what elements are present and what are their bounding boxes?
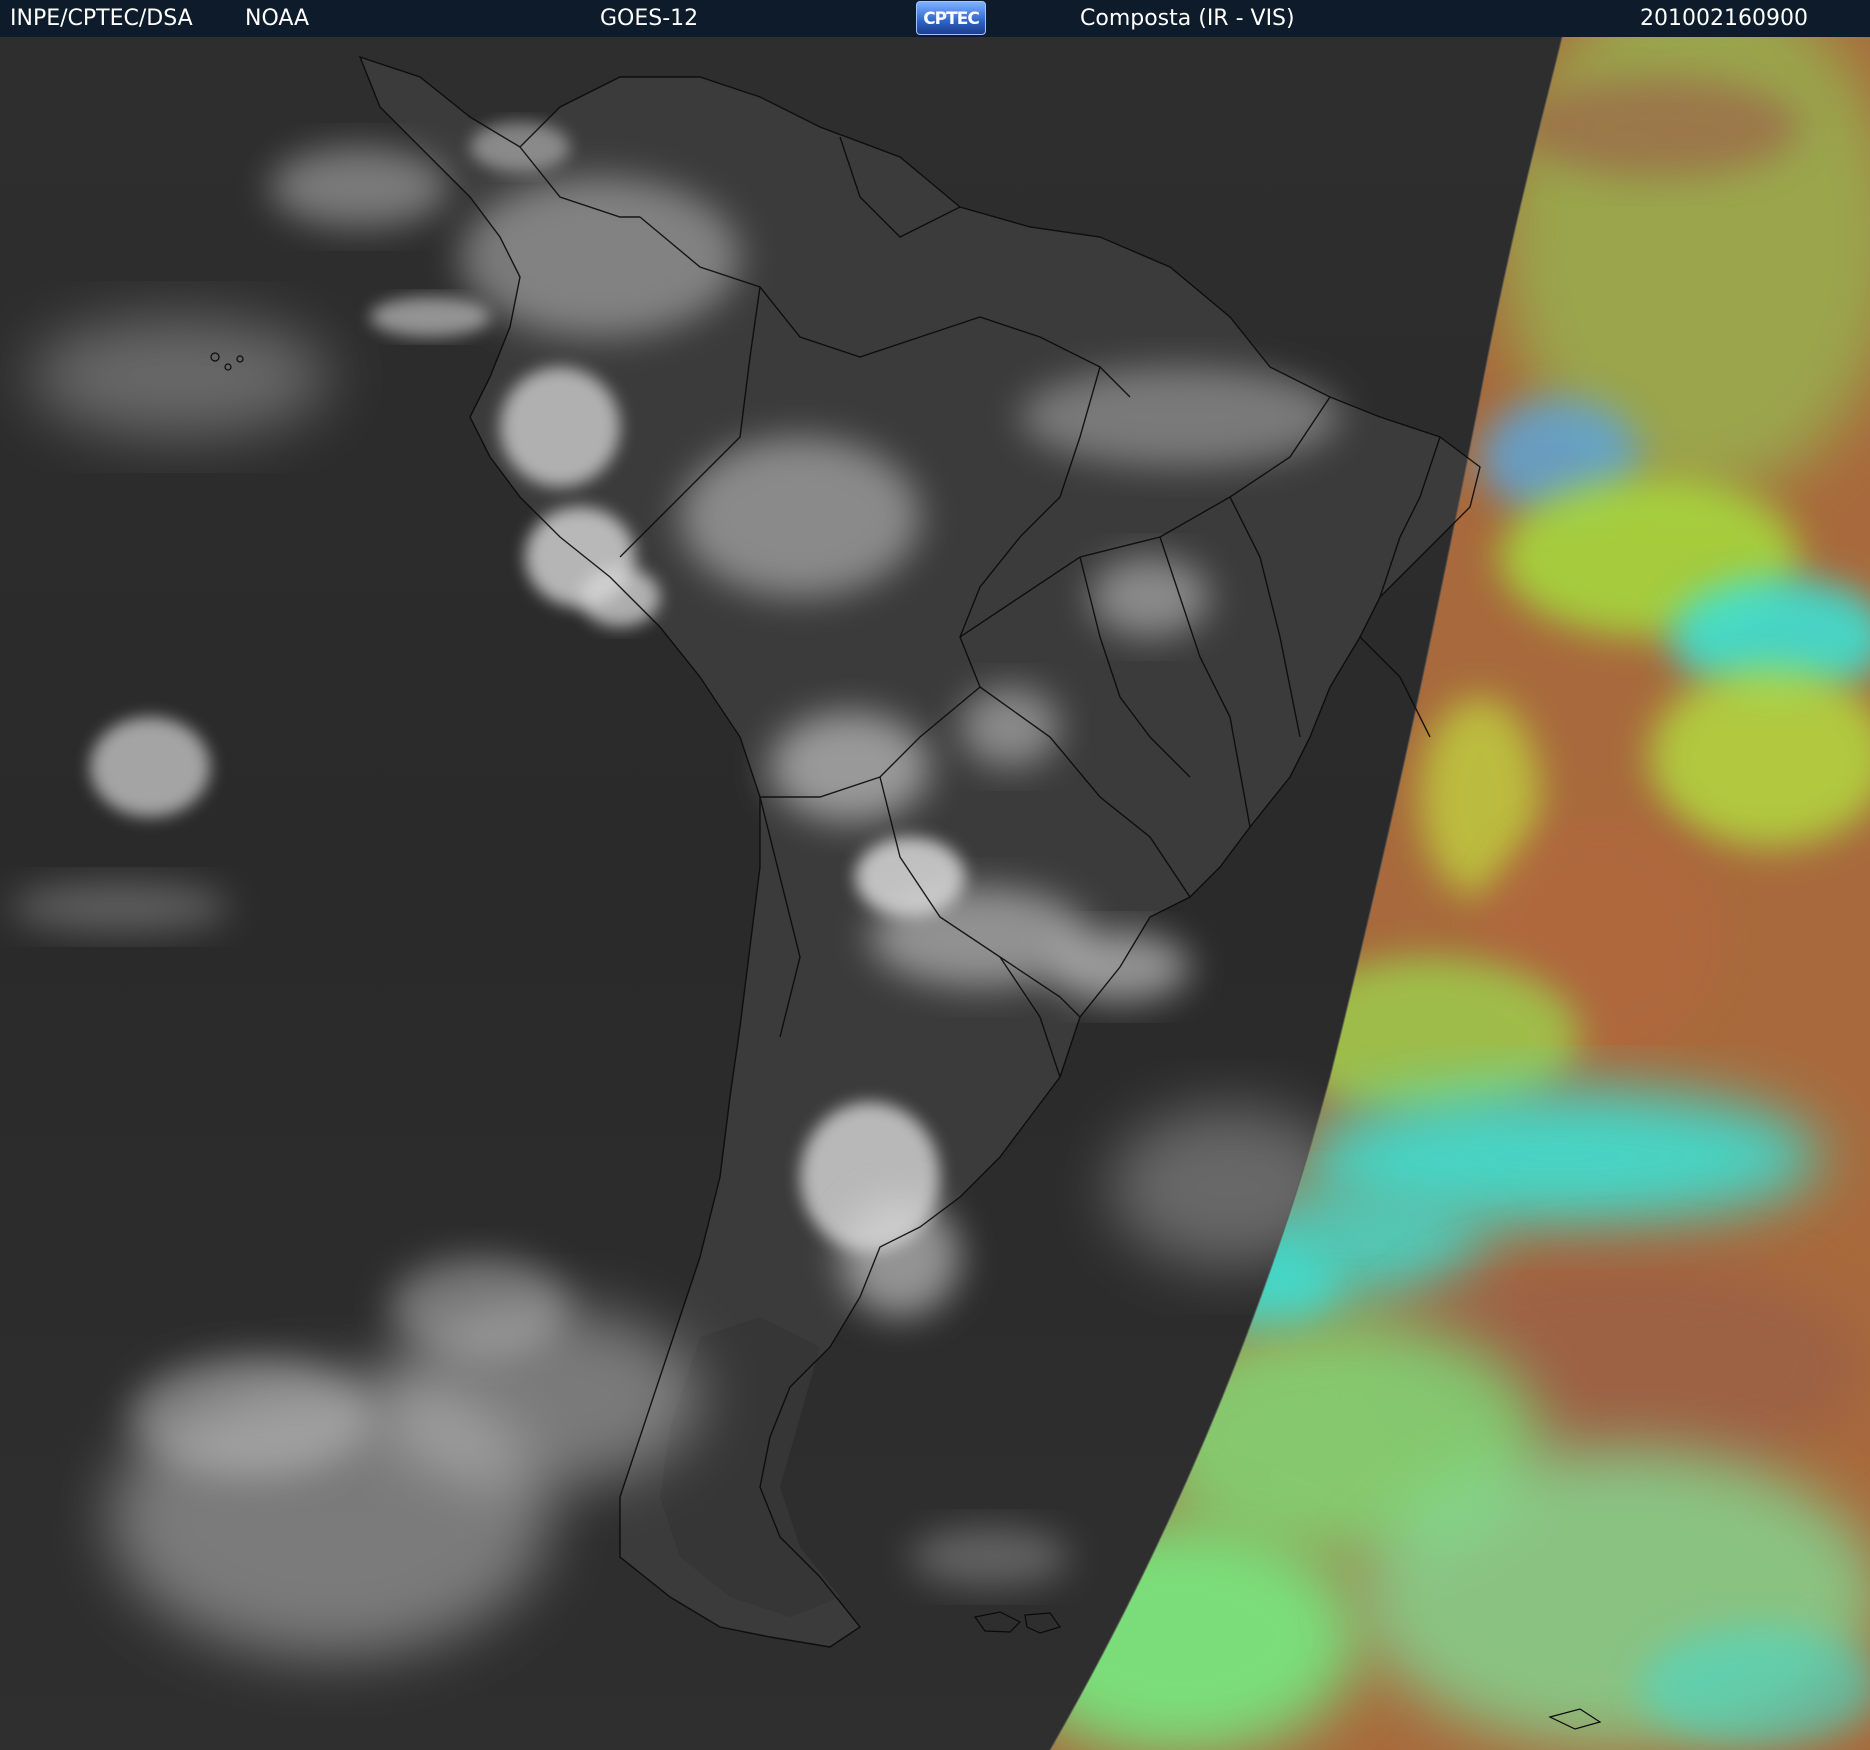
header-bar: INPE/CPTEC/DSA NOAA GOES-12 CPTEC Compos… bbox=[0, 0, 1870, 37]
satellite-imagery bbox=[0, 37, 1870, 1750]
source-label: NOAA bbox=[245, 6, 310, 31]
agency-label: INPE/CPTEC/DSA bbox=[10, 6, 193, 31]
satellite-image-frame: INPE/CPTEC/DSA NOAA GOES-12 CPTEC Compos… bbox=[0, 0, 1870, 1750]
cptec-logo: CPTEC bbox=[916, 1, 986, 35]
product-label: Composta (IR - VIS) bbox=[1080, 6, 1295, 31]
timestamp-label: 201002160900 bbox=[1640, 6, 1808, 31]
logo-text: CPTEC bbox=[923, 9, 980, 29]
satellite-label: GOES-12 bbox=[600, 6, 699, 31]
